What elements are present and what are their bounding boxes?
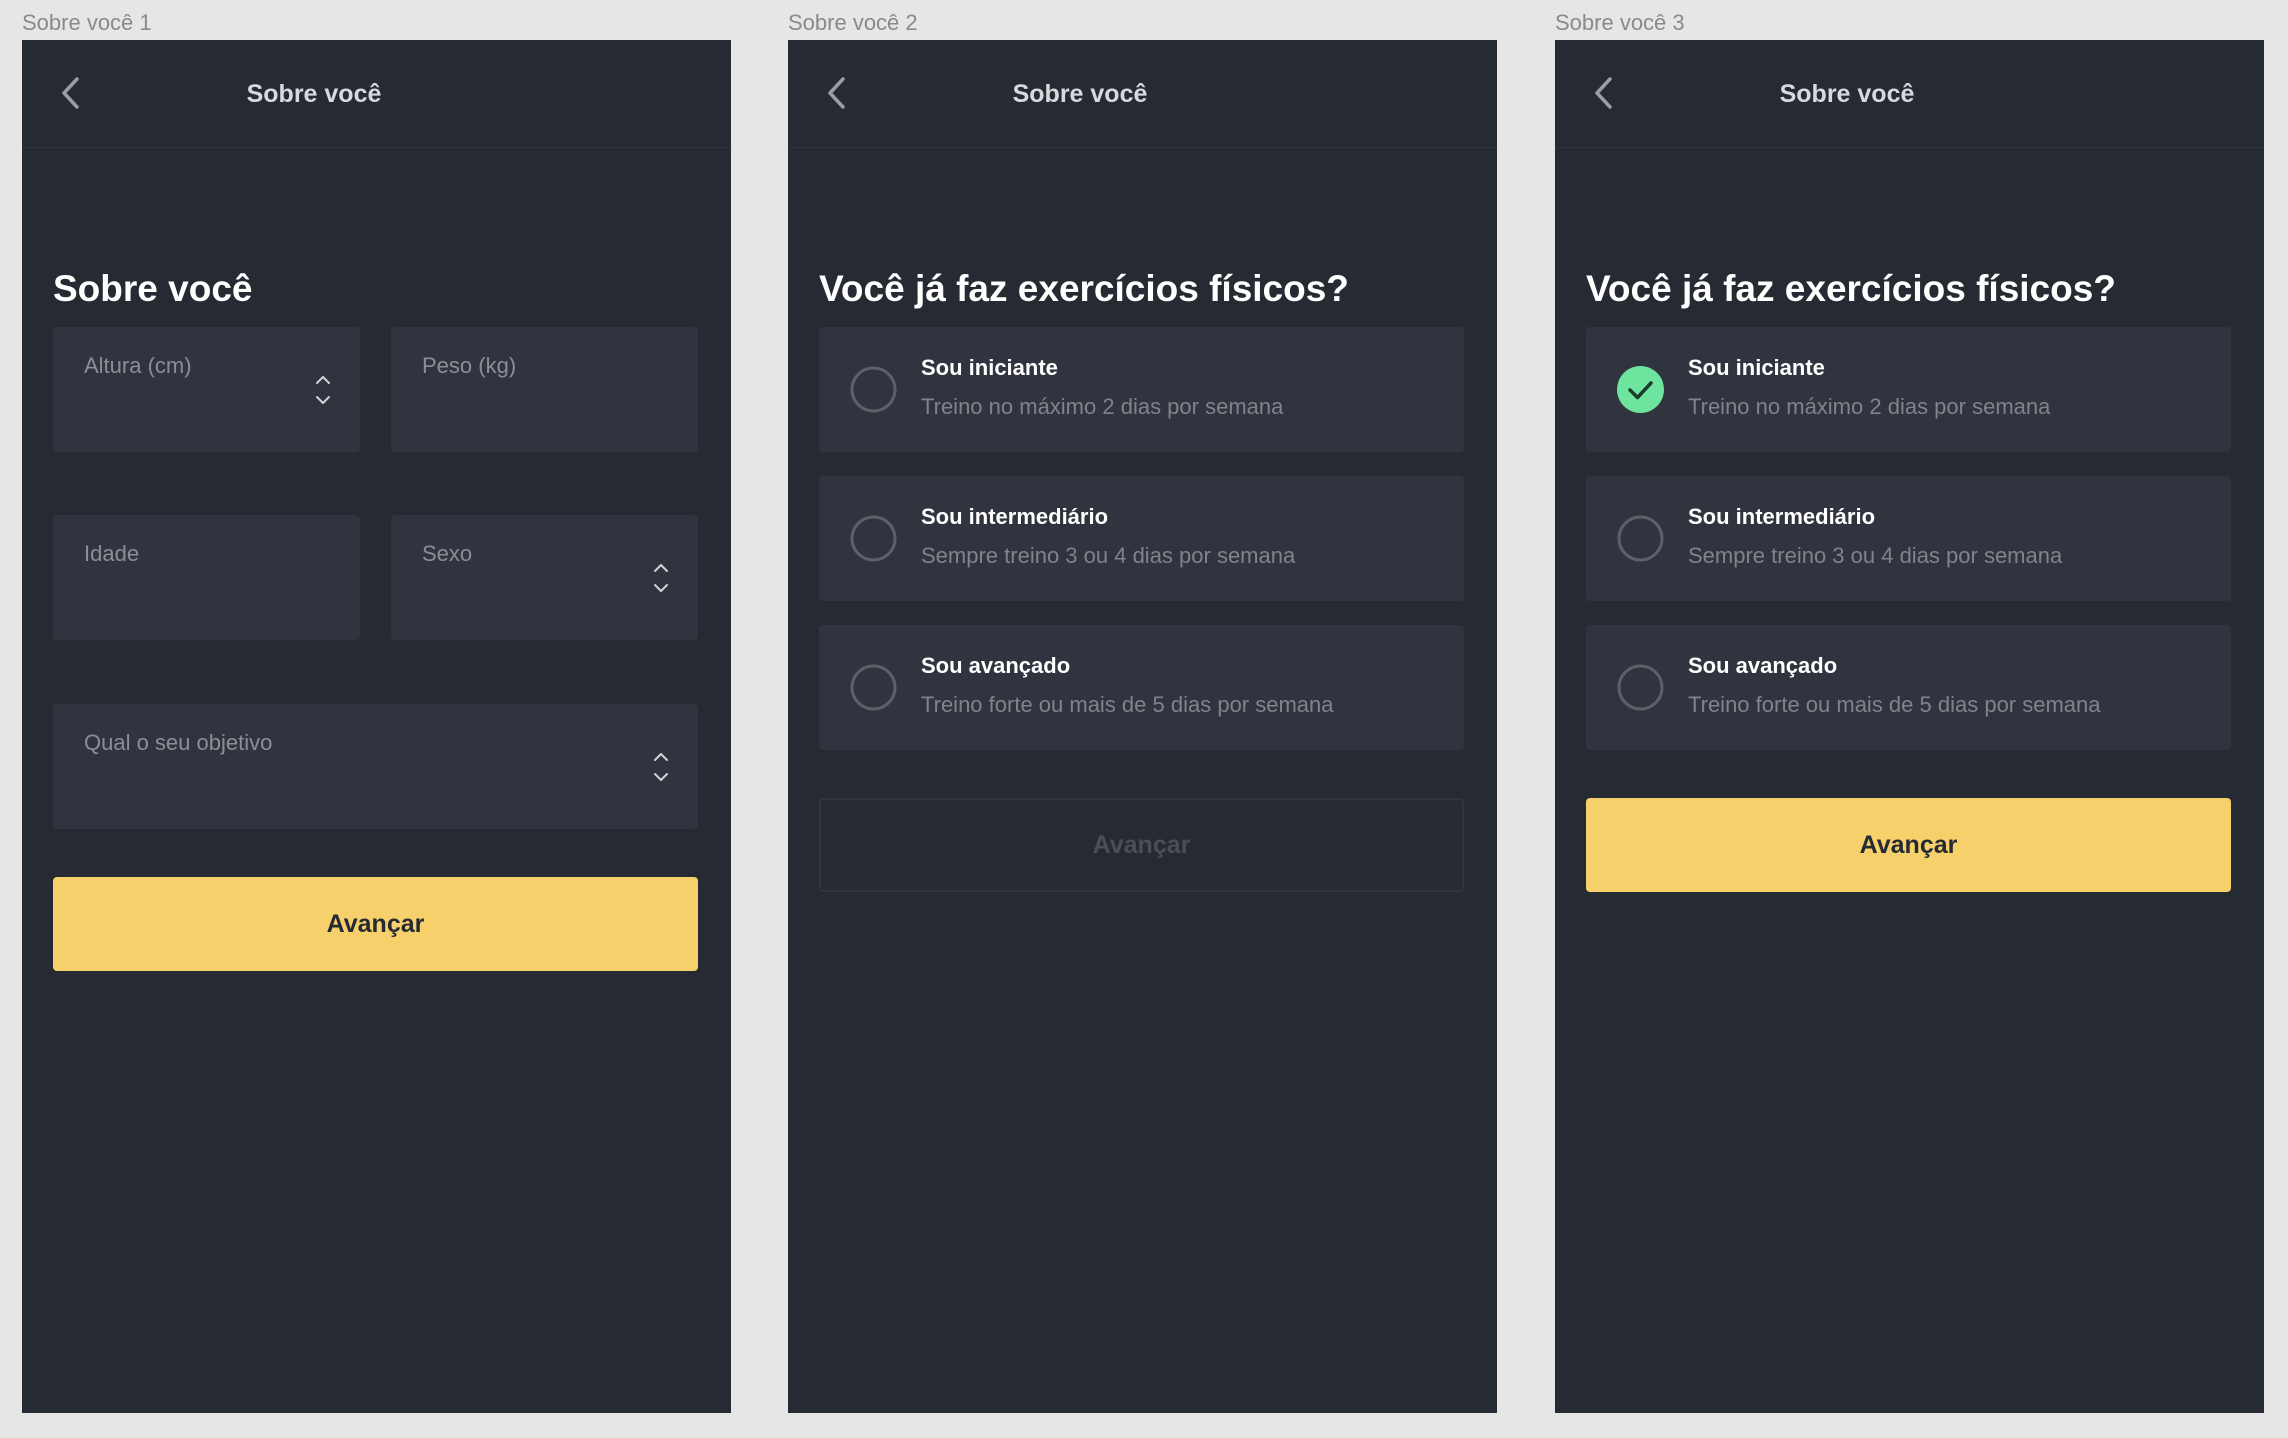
- option-title: Sou avançado: [921, 653, 1071, 678]
- screen-exercise-question-selected: Sobre você Você já faz exercícios físico…: [1555, 40, 2264, 1413]
- option-beginner-selected[interactable]: Sou iniciante Treino no máximo 2 dias po…: [1586, 327, 2231, 452]
- radio-icon[interactable]: [850, 515, 897, 562]
- nav-bar: Sobre você: [788, 40, 1497, 148]
- screen-about-you-form: Sobre você Sobre você Altura (cm) Peso (…: [22, 40, 731, 1413]
- option-title: Sou iniciante: [1688, 355, 1825, 380]
- option-subtitle: Treino no máximo 2 dias por semana: [921, 394, 1284, 419]
- sex-select-label: Sexo: [422, 541, 473, 566]
- nav-bar: Sobre você: [22, 40, 731, 148]
- frame-label: Sobre você 1: [22, 10, 152, 35]
- option-advanced[interactable]: Sou avançado Treino forte ou mais de 5 d…: [1586, 625, 2231, 750]
- option-beginner[interactable]: Sou iniciante Treino no máximo 2 dias po…: [819, 327, 1464, 452]
- option-advanced[interactable]: Sou avançado Treino forte ou mais de 5 d…: [819, 625, 1464, 750]
- radio-icon[interactable]: [850, 366, 897, 413]
- page-heading: Você já faz exercícios físicos?: [1586, 268, 2116, 309]
- option-intermediate[interactable]: Sou intermediário Sempre treino 3 ou 4 d…: [1586, 476, 2231, 601]
- advance-button-disabled[interactable]: Avançar: [819, 798, 1464, 892]
- height-field[interactable]: Altura (cm): [53, 327, 360, 452]
- radio-icon[interactable]: [850, 664, 897, 711]
- option-subtitle: Treino forte ou mais de 5 dias por seman…: [1688, 692, 2101, 717]
- stepper-icon[interactable]: [652, 561, 670, 595]
- option-intermediate[interactable]: Sou intermediário Sempre treino 3 ou 4 d…: [819, 476, 1464, 601]
- advance-button[interactable]: Avançar: [1586, 798, 2231, 892]
- option-subtitle: Sempre treino 3 ou 4 dias por semana: [921, 543, 1296, 568]
- nav-title: Sobre você: [1779, 79, 1915, 108]
- advance-button[interactable]: Avançar: [53, 877, 698, 971]
- height-field-label: Altura (cm): [84, 353, 192, 378]
- frame-label: Sobre você 3: [1555, 10, 1685, 35]
- option-title: Sou avançado: [1688, 653, 1838, 678]
- nav-title: Sobre você: [246, 79, 382, 108]
- frame-label: Sobre você 2: [788, 10, 918, 35]
- option-subtitle: Sempre treino 3 ou 4 dias por semana: [1688, 543, 2063, 568]
- stepper-icon[interactable]: [314, 373, 332, 407]
- nav-bar: Sobre você: [1555, 40, 2264, 148]
- screen-exercise-question: Sobre você Você já faz exercícios físico…: [788, 40, 1497, 1413]
- page-heading: Você já faz exercícios físicos?: [819, 268, 1349, 309]
- radio-icon[interactable]: [1617, 515, 1664, 562]
- check-icon[interactable]: [1617, 366, 1664, 413]
- option-subtitle: Treino forte ou mais de 5 dias por seman…: [921, 692, 1334, 717]
- option-title: Sou intermediário: [921, 504, 1109, 529]
- radio-icon[interactable]: [1617, 664, 1664, 711]
- weight-field-label: Peso (kg): [422, 353, 517, 378]
- weight-field[interactable]: Peso (kg): [391, 327, 698, 452]
- sex-select[interactable]: Sexo: [391, 515, 698, 640]
- option-title: Sou intermediário: [1688, 504, 1876, 529]
- age-field[interactable]: Idade: [53, 515, 360, 640]
- goal-select[interactable]: Qual o seu objetivo: [53, 704, 698, 829]
- nav-title: Sobre você: [1012, 79, 1148, 108]
- page-heading: Sobre você: [53, 268, 253, 309]
- option-title: Sou iniciante: [921, 355, 1058, 380]
- stepper-icon[interactable]: [652, 750, 670, 784]
- goal-select-label: Qual o seu objetivo: [84, 730, 273, 755]
- age-field-label: Idade: [84, 541, 140, 566]
- option-subtitle: Treino no máximo 2 dias por semana: [1688, 394, 2051, 419]
